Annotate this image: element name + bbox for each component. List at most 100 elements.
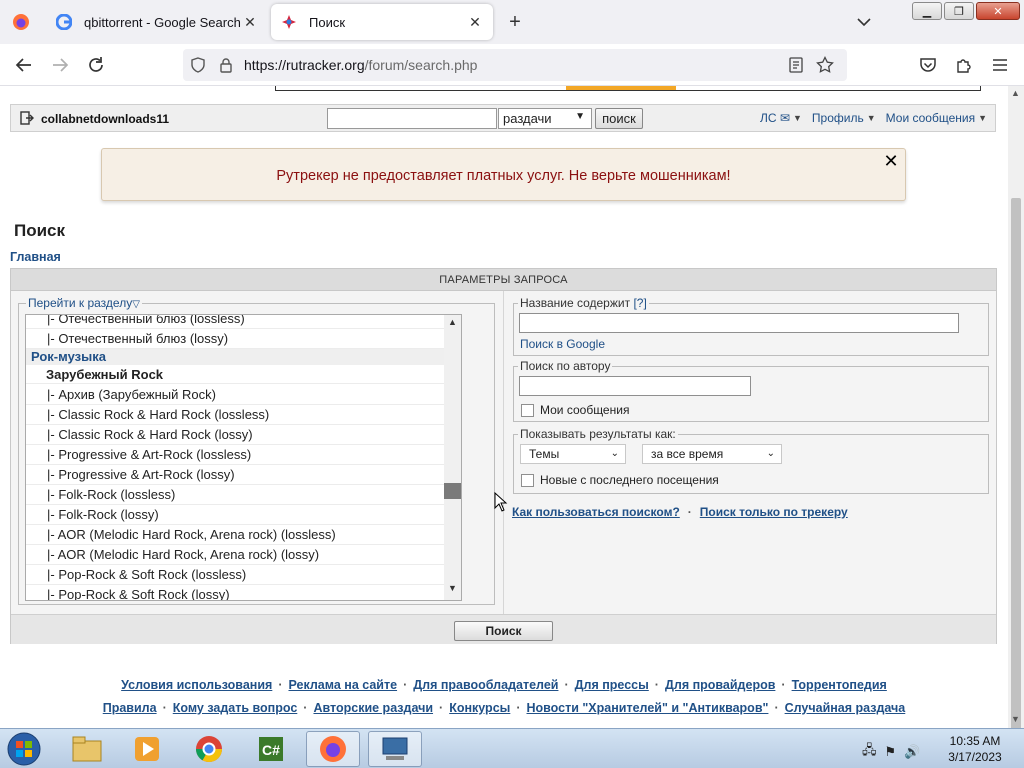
forum-option[interactable]: |- Отечественный блюз (lossless) — [26, 315, 446, 329]
scroll-down-icon[interactable]: ▼ — [448, 583, 457, 593]
pocket-button[interactable] — [916, 53, 940, 77]
forum-select-list[interactable]: |- Отечественный блюз (lossless) |- Отече… — [25, 314, 462, 601]
close-tab-icon[interactable]: ✕ — [467, 14, 483, 30]
footer-link[interactable]: Торрентопедия — [792, 678, 887, 692]
breadcrumb-home[interactable]: Главная — [10, 250, 61, 264]
quick-search-category-select[interactable]: раздачи ▼ — [498, 108, 592, 129]
network-icon[interactable]: 🖧 — [862, 741, 877, 763]
menu-button[interactable] — [988, 53, 1012, 77]
close-tab-icon[interactable]: ✕ — [242, 14, 258, 30]
quick-search-button[interactable]: поиск — [595, 108, 643, 129]
restore-button[interactable]: ❐ — [944, 2, 974, 20]
bookmark-star-icon[interactable] — [816, 56, 834, 74]
volume-icon[interactable]: 🔊 — [904, 744, 920, 760]
title-fieldset: Название содержит [?] Поиск в Google — [513, 296, 989, 356]
forum-option[interactable]: |- Отечественный блюз (lossy) — [26, 329, 446, 349]
csharp-editor-taskbar-icon[interactable]: C# — [244, 731, 298, 767]
search-submit-button[interactable]: Поиск — [454, 621, 553, 641]
scroll-thumb[interactable] — [1011, 198, 1021, 754]
forum-group-option[interactable]: Рок-музыка — [26, 349, 446, 365]
close-icon[interactable]: ✕ — [883, 152, 899, 170]
footer-link[interactable]: Случайная раздача — [785, 701, 906, 715]
extensions-button[interactable] — [952, 53, 976, 77]
firefox-taskbar-icon[interactable] — [306, 731, 360, 767]
footer-link[interactable]: Условия использования — [121, 678, 272, 692]
action-center-flag-icon[interactable]: ⚑ — [885, 744, 897, 760]
footer-link[interactable]: Кому задать вопрос — [173, 701, 298, 715]
footer-link[interactable]: Для прессы — [575, 678, 649, 692]
new-since-last-checkbox[interactable]: Новые с последнего посещения — [521, 473, 719, 487]
forum-option[interactable]: |- Pop-Rock & Soft Rock (lossless) — [26, 565, 446, 585]
checkbox[interactable] — [521, 403, 534, 417]
my-messages-link[interactable]: Мои сообщения ▼ — [886, 111, 987, 125]
explorer-taskbar-icon[interactable] — [60, 731, 114, 767]
tab-google-search[interactable]: qbittorrent - Google Search ✕ — [46, 4, 268, 40]
start-button[interactable] — [4, 731, 44, 767]
footer-link[interactable]: Конкурсы — [449, 701, 510, 715]
forum-option[interactable]: |- AOR (Melodic Hard Rock, Arena rock) (… — [26, 545, 446, 565]
forum-option[interactable]: |- Folk-Rock (lossless) — [26, 485, 446, 505]
select-value: раздачи — [503, 111, 552, 126]
back-button[interactable] — [12, 53, 36, 77]
profile-link[interactable]: Профиль ▼ — [812, 111, 876, 125]
minimize-button[interactable]: ▁ — [912, 2, 942, 20]
forum-option[interactable]: |- Progressive & Art-Rock (lossless) — [26, 445, 446, 465]
forum-option[interactable]: |- Classic Rock & Hard Rock (lossy) — [26, 425, 446, 445]
forum-option[interactable]: |- Classic Rock & Hard Rock (lossless) — [26, 405, 446, 425]
reader-view-icon[interactable] — [787, 56, 805, 74]
footer-link[interactable]: Авторские раздачи — [313, 701, 433, 715]
forum-option[interactable]: |- Pop-Rock & Soft Rock (lossy) — [26, 585, 446, 600]
author-input[interactable] — [519, 376, 751, 396]
system-clock[interactable]: 10:35 AM 3/17/2023 — [940, 733, 1010, 765]
footer-link[interactable]: Новости "Хранителей" и "Антикваров" — [527, 701, 769, 715]
footer-link[interactable]: Для провайдеров — [665, 678, 775, 692]
windows-taskbar: C# 🖧 ⚑ 🔊 10:35 AM 3/17/2023 — [0, 728, 1024, 768]
list-scrollbar[interactable]: ▲ ▼ — [444, 315, 461, 600]
scroll-up-icon[interactable]: ▲ — [1011, 88, 1020, 98]
author-legend: Поиск по автору — [518, 359, 613, 373]
my-messages-checkbox[interactable]: Мои сообщения — [521, 403, 629, 417]
google-search-link[interactable]: Поиск в Google — [520, 337, 605, 351]
firefox-view-button[interactable] — [0, 0, 42, 44]
footer-link[interactable]: Для правообладателей — [413, 678, 558, 692]
forum-option[interactable]: |- Архив (Зарубежный Rock) — [26, 385, 446, 405]
media-player-taskbar-icon[interactable] — [120, 731, 174, 767]
checkbox[interactable] — [521, 473, 534, 487]
result-type-select[interactable]: Темы ⌄ — [520, 444, 626, 464]
close-window-button[interactable]: ✕ — [976, 2, 1020, 20]
reload-button[interactable] — [84, 53, 108, 77]
scroll-down-icon[interactable]: ▼ — [1011, 714, 1020, 724]
chrome-taskbar-icon[interactable] — [182, 731, 236, 767]
tracking-protection-icon[interactable] — [189, 56, 207, 74]
period-select[interactable]: за все время ⌄ — [642, 444, 782, 464]
private-messages-link[interactable]: ЛС ✉ ▼ — [760, 111, 802, 125]
page-scrollbar[interactable]: ▲ ▼ — [1008, 86, 1024, 754]
scroll-thumb[interactable] — [444, 483, 461, 499]
how-to-search-link[interactable]: Как пользоваться поиском? — [512, 505, 680, 519]
footer-link[interactable]: Правила — [103, 701, 157, 715]
forum-option[interactable]: |- Progressive & Art-Rock (lossy) — [26, 465, 446, 485]
section-fieldset: Перейти к разделу▽ |- Отечественный блюз… — [18, 296, 495, 605]
title-input[interactable] — [519, 313, 959, 333]
list-tabs-button[interactable] — [852, 12, 876, 32]
forum-option[interactable]: |- Folk-Rock (lossy) — [26, 505, 446, 525]
username[interactable]: collabnetdownloads11 — [41, 112, 169, 126]
tab-search[interactable]: Поиск ✕ — [271, 4, 493, 40]
new-tab-button[interactable]: + — [503, 10, 527, 34]
help-link[interactable]: [?] — [633, 296, 646, 310]
footer-link[interactable]: Реклама на сайте — [288, 678, 397, 692]
address-bar[interactable]: https://rutracker.org/forum/search.php — [183, 49, 847, 81]
lock-icon[interactable] — [217, 56, 235, 74]
scroll-up-icon[interactable]: ▲ — [448, 317, 457, 327]
puzzle-icon — [957, 59, 971, 73]
site-logo[interactable] — [566, 86, 676, 90]
system-tray: 🖧 ⚑ 🔊 — [862, 741, 920, 763]
quick-search-input[interactable] — [327, 108, 497, 129]
remote-desktop-taskbar-icon[interactable] — [368, 731, 422, 767]
forward-button[interactable] — [48, 53, 72, 77]
forum-option[interactable]: |- AOR (Melodic Hard Rock, Arena rock) (… — [26, 525, 446, 545]
forum-subgroup-option[interactable]: Зарубежный Rock — [26, 366, 446, 384]
logout-icon[interactable] — [20, 111, 34, 125]
tracker-only-search-link[interactable]: Поиск только по трекеру — [700, 505, 848, 519]
section-legend[interactable]: Перейти к разделу▽ — [26, 296, 142, 310]
